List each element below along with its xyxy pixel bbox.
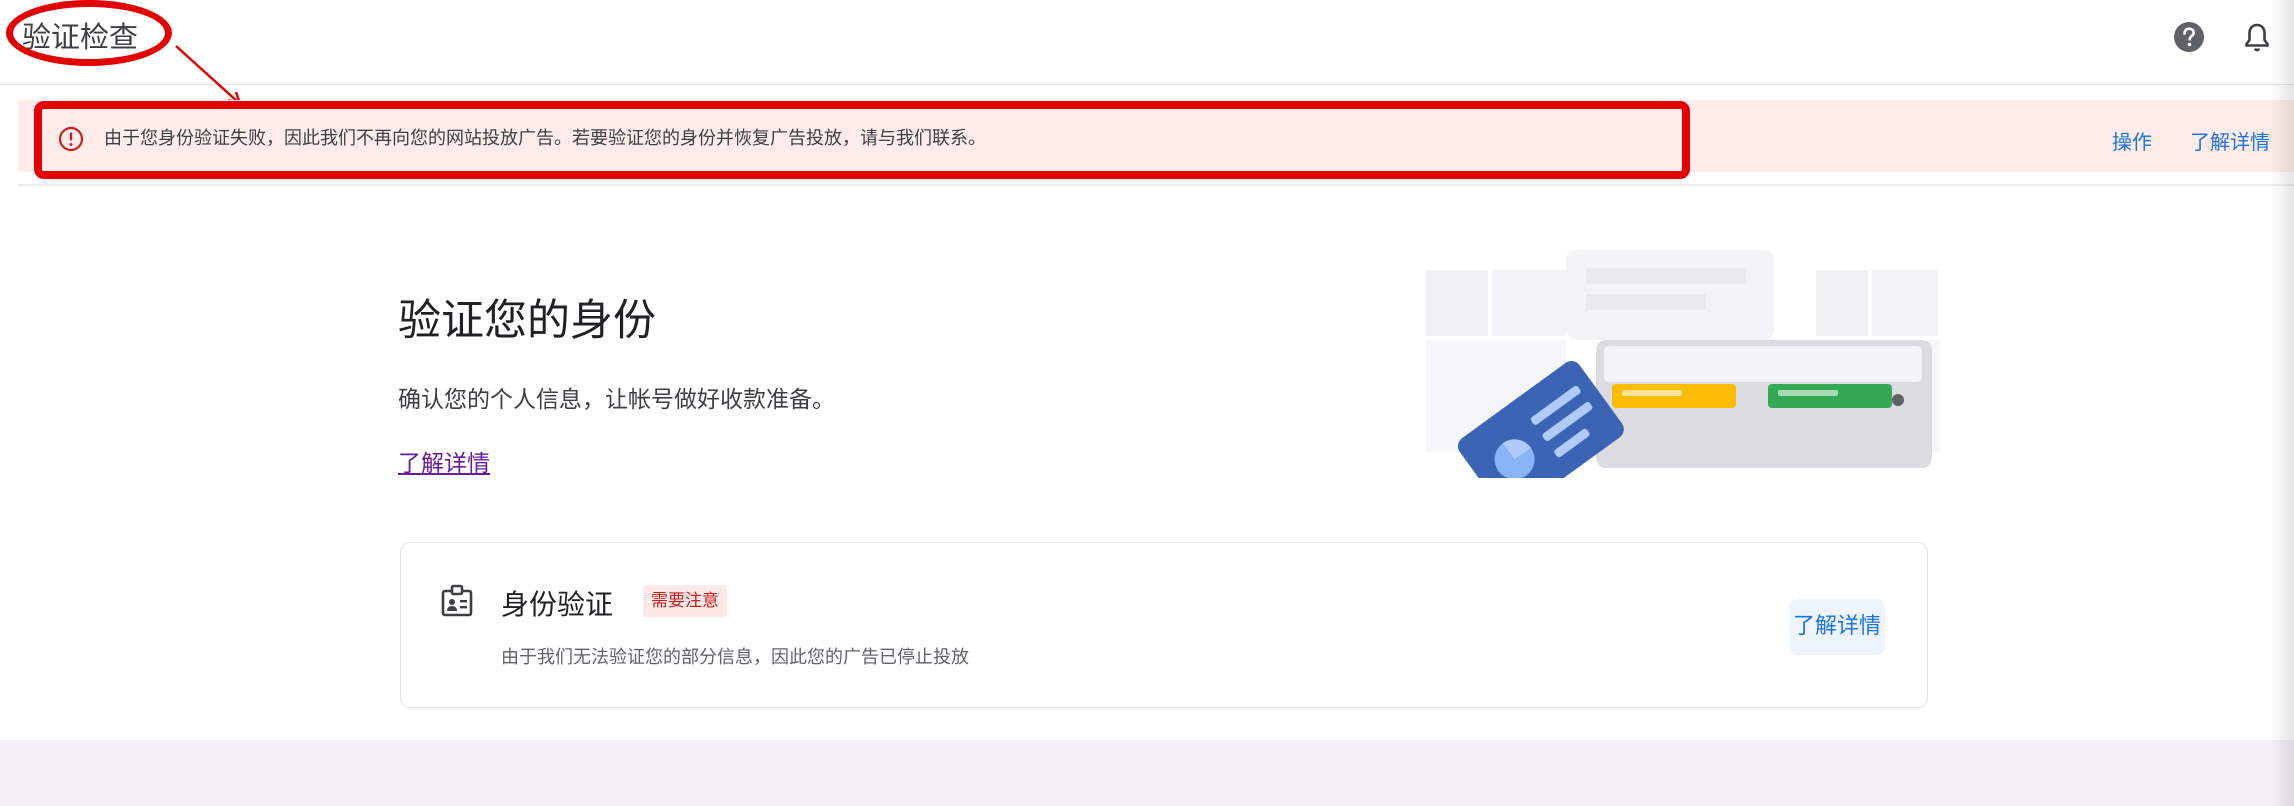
footer-band — [0, 740, 2294, 806]
annotation-highlight-box — [34, 101, 1690, 179]
top-bar: 验证检查 — [0, 0, 2294, 85]
bell-icon[interactable] — [2240, 20, 2274, 54]
main-subtitle: 确认您的个人信息，让帐号做好收款准备。 — [398, 387, 835, 413]
divider — [18, 184, 2294, 186]
main-heading: 验证您的身份 — [398, 296, 656, 346]
card-title: 身份验证 — [501, 588, 614, 621]
annotation-ellipse — [6, 0, 172, 66]
id-badge-icon — [441, 584, 473, 617]
main-learn-more-link[interactable]: 了解详情 — [398, 444, 490, 478]
help-circle-icon[interactable] — [2172, 20, 2206, 54]
banner-action-link[interactable]: 操作 — [2112, 126, 2152, 155]
banner-learn-more-link[interactable]: 了解详情 — [2190, 126, 2270, 155]
status-badge: 需要注意 — [643, 585, 727, 617]
page-edge-shadow — [2270, 0, 2294, 806]
identity-verification-card: 身份验证 需要注意 由于我们无法验证您的部分信息，因此您的广告已停止投放 了解详… — [400, 542, 1928, 708]
card-description: 由于我们无法验证您的部分信息，因此您的广告已停止投放 — [501, 647, 969, 668]
identity-card-illustration — [1426, 250, 1940, 478]
card-learn-more-button[interactable]: 了解详情 — [1789, 599, 1885, 655]
